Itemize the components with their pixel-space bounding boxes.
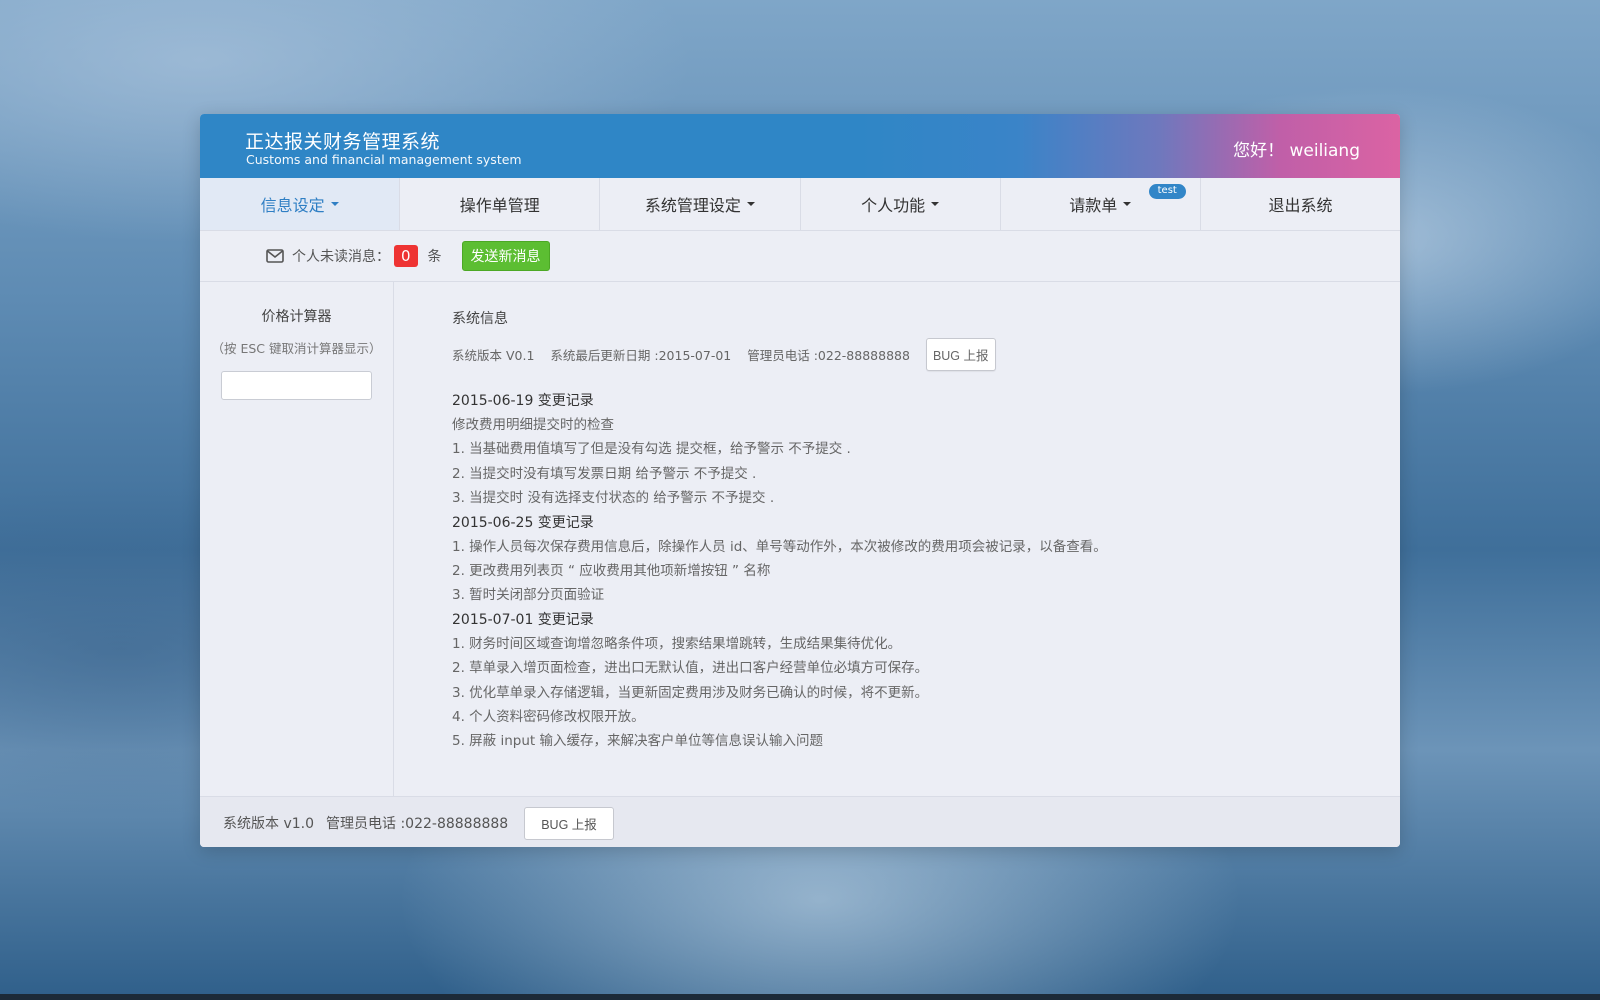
bug-report-button[interactable]: BUG 上报 [925, 338, 996, 371]
footer-phone: 管理员电话 :022-88888888 [326, 816, 509, 832]
nav-payment-request[interactable]: 请款单 test [1001, 178, 1201, 230]
changelog-line: 2. 当提交时没有填写发票日期 给予警示 不予提交 . [452, 465, 757, 482]
footer: 系统版本 v1.0 管理员电话 :022-88888888 BUG 上报 [200, 796, 1400, 847]
changelog-line: 2. 草单录入增页面检查，进出口无默认值，进出口客户经营单位必填方可保存。 [452, 660, 929, 677]
taskbar-strip [0, 994, 1600, 1000]
changelog-line: 3. 优化草单录入存储逻辑，当更新固定费用涉及财务已确认的时候，将不更新。 [452, 684, 929, 701]
app-window: 正达报关财务管理系统 Customs and financial managem… [200, 114, 1400, 847]
content-panel: 系统信息 系统版本 V0.1 系统最后更新日期 :2015-07-01 管理员电… [394, 282, 1400, 796]
changelog-date: 2015-07-01 变更记录 [452, 611, 594, 628]
calculator-title: 价格计算器 [261, 309, 332, 325]
nav-label: 退出系统 [1268, 196, 1333, 215]
test-badge: test [1148, 184, 1186, 199]
message-bar: 个人未读消息： 0 条 发送新消息 [200, 231, 1400, 282]
changelog-date: 2015-06-19 变更记录 [452, 393, 594, 409]
nav-personal[interactable]: 个人功能 [801, 178, 1001, 230]
system-info-title: 系统信息 [452, 311, 508, 327]
mail-icon[interactable] [266, 249, 284, 263]
user-greeting: 您好！ weiliang [1233, 141, 1360, 161]
changelog-line: 3. 当提交时 没有选择支付状态的 给予警示 不予提交 . [452, 490, 775, 507]
main-body: 价格计算器 （按 ESC 键取消计算器显示） 系统信息 系统版本 V0.1 系统… [200, 282, 1400, 796]
changelog-date: 2015-06-25 变更记录 [452, 514, 594, 531]
changelog: 2015-06-19 变更记录 修改费用明细提交时的检查 1. 当基础费用值填写… [452, 389, 1400, 754]
changelog-line: 1. 当基础费用值填写了但是没有勾选 提交框，给予警示 不予提交 . [452, 441, 851, 458]
chevron-down-icon [1123, 202, 1132, 206]
changelog-line: 5. 屏蔽 input 输入缓存，来解决客户单位等信息误认输入问题 [452, 733, 823, 750]
nav-order-management[interactable]: 操作单管理 [400, 178, 601, 230]
main-nav: 信息设定 操作单管理 系统管理设定 个人功能 请款单 test 退出系统 [200, 178, 1400, 231]
nav-logout[interactable]: 退出系统 [1201, 178, 1400, 230]
changelog-line: 4. 个人资料密码修改权限开放。 [452, 709, 645, 726]
send-message-button[interactable]: 发送新消息 [461, 241, 550, 271]
app-subtitle: Customs and financial management system [246, 152, 522, 167]
chevron-down-icon [746, 202, 755, 206]
nav-label: 请款单 [1069, 196, 1118, 215]
app-header: 正达报关财务管理系统 Customs and financial managem… [200, 114, 1400, 178]
unread-count-badge[interactable]: 0 [394, 245, 418, 267]
nav-label: 信息设定 [260, 196, 325, 215]
changelog-line: 修改费用明细提交时的检查 [452, 417, 614, 433]
last-updated: 系统最后更新日期 :2015-07-01 [550, 348, 732, 363]
unread-unit: 条 [427, 249, 442, 265]
unread-label: 个人未读消息： [292, 249, 390, 265]
system-info-row: 系统版本 V0.1 系统最后更新日期 :2015-07-01 管理员电话 :02… [452, 338, 1400, 371]
nav-label: 操作单管理 [459, 196, 540, 215]
changelog-line: 1. 财务时间区域查询增忽略条件项，搜索结果增跳转，生成结果集待优化。 [452, 635, 902, 652]
calculator-input[interactable] [221, 371, 372, 400]
chevron-down-icon [330, 202, 339, 206]
nav-label: 系统管理设定 [644, 196, 741, 215]
calculator-hint: （按 ESC 键取消计算器显示） [211, 341, 382, 356]
app-title: 正达报关财务管理系统 [245, 131, 441, 153]
system-version: 系统版本 V0.1 [452, 348, 535, 363]
admin-phone: 管理员电话 :022-88888888 [747, 348, 910, 363]
nav-label: 个人功能 [861, 196, 926, 215]
chevron-down-icon [931, 202, 940, 206]
nav-system-settings[interactable]: 系统管理设定 [600, 178, 801, 230]
changelog-line: 2. 更改费用列表页 “ 应收费用其他项新增按钮 ” 名称 [452, 563, 771, 580]
footer-version: 系统版本 v1.0 [223, 816, 314, 832]
sidebar: 价格计算器 （按 ESC 键取消计算器显示） [200, 282, 394, 796]
changelog-line: 3. 暂时关闭部分页面验证 [452, 587, 605, 604]
changelog-line: 1. 操作人员每次保存费用信息后，除操作人员 id、单号等动作外，本次被修改的费… [452, 538, 1107, 555]
nav-info-settings[interactable]: 信息设定 [200, 178, 401, 230]
footer-bug-report-button[interactable]: BUG 上报 [524, 806, 614, 840]
